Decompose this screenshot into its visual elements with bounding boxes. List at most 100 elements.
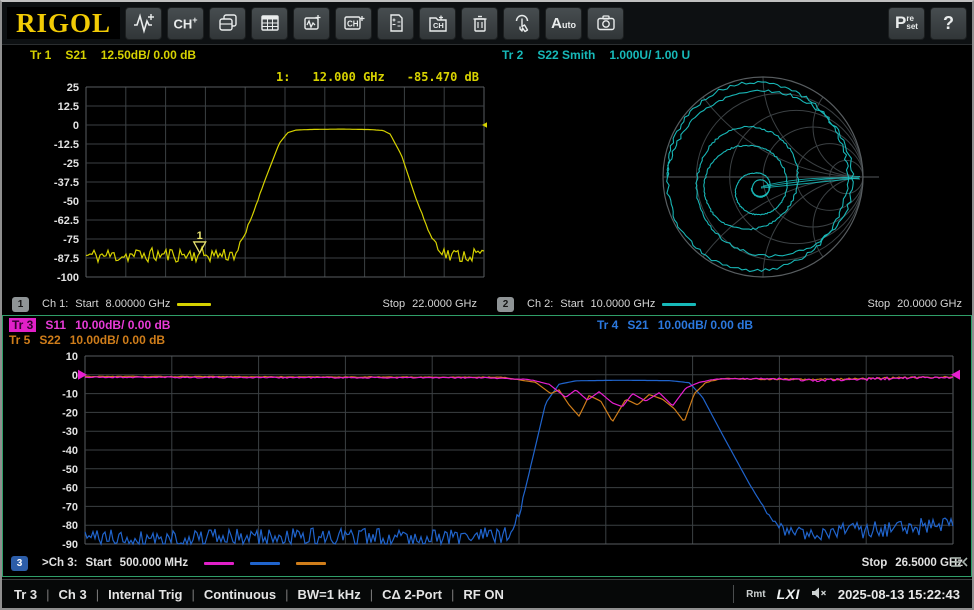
tr2-smith-chart[interactable] [487, 63, 972, 293]
channel-add-button[interactable]: CH+ [167, 7, 204, 40]
marker1-value: -85.470 dB [407, 70, 479, 84]
marker1-readout: 1: 12.000 GHz -85.470 dB [276, 70, 479, 84]
svg-text:-12.5: -12.5 [54, 139, 79, 151]
auto-scale-button[interactable]: Auto [545, 7, 582, 40]
touch-mode-button[interactable] [503, 7, 540, 40]
channel-save-icon: CH [427, 12, 449, 34]
top-row: Tr 1 S21 12.50dB/ 0.00 dB 1: 12.000 GHz … [2, 45, 972, 315]
preset-icon: Preset [895, 13, 918, 33]
trace-save-icon [385, 12, 407, 34]
tr2-param: S22 Smith [537, 48, 595, 62]
channel-save-button[interactable]: CH [419, 7, 456, 40]
svg-text:12.5: 12.5 [58, 101, 79, 113]
status-rf[interactable]: RF ON [463, 587, 503, 602]
ch2-stop-label: Stop [868, 298, 891, 310]
trace-window-button[interactable] [293, 7, 330, 40]
svg-text:0: 0 [72, 370, 78, 382]
ch1-footer: 1 Ch 1: Start 8.00000 GHz Stop 22.0000 G… [2, 293, 487, 315]
svg-text:-30: -30 [62, 426, 78, 438]
status-trigger[interactable]: Internal Trig [108, 587, 182, 602]
status-trace[interactable]: Tr 3 [14, 587, 37, 602]
tr1-plot[interactable]: 2512.50-12.5-25-37.5-50-62.5-75-87.5-100… [2, 63, 487, 293]
status-cal[interactable]: CΔ 2-Port [382, 587, 442, 602]
status-bandwidth[interactable]: BW=1 kHz [297, 587, 360, 602]
svg-text:CH: CH [433, 21, 444, 30]
tr5-trace-swatch [296, 562, 326, 565]
svg-text:-37.5: -37.5 [54, 177, 79, 189]
lxi-indicator: LXI [777, 586, 800, 602]
ch3-label: >Ch 3: [42, 557, 77, 569]
tr5-header[interactable]: Tr 5 S22 10.00dB/ 0.00 dB [9, 333, 165, 347]
display-layout-button[interactable] [209, 7, 246, 40]
menu-collapse-icon[interactable] [949, 555, 969, 574]
tr3-trace-swatch [204, 562, 234, 565]
tr3-param: S11 [45, 318, 66, 332]
ch3-plot[interactable]: 100-10-20-30-40-50-60-70-80-90 [3, 352, 971, 550]
svg-text:-50: -50 [63, 196, 79, 208]
status-sweep[interactable]: Continuous [204, 587, 276, 602]
vna-screen: RIGOL CH+ CH [0, 0, 974, 610]
ch2-start-label: Start [560, 298, 583, 310]
svg-text:-80: -80 [62, 520, 78, 532]
touch-icon [511, 12, 533, 34]
delete-button[interactable] [461, 7, 498, 40]
tr5-scale: 10.00dB/ 0.00 dB [70, 333, 165, 347]
channel-window-icon: CH [342, 12, 366, 34]
svg-text:-70: -70 [62, 501, 78, 513]
ch1-label: Ch 1: [42, 298, 68, 310]
svg-text:-100: -100 [57, 272, 79, 284]
trace-window-icon [301, 12, 323, 34]
tr4-label: Tr 4 [597, 318, 618, 332]
channel-add-icon: CH+ [174, 16, 198, 30]
help-icon: ? [943, 13, 954, 34]
tr2-scale: 1.000U/ 1.00 U [609, 48, 690, 62]
ch2-start-value: 10.0000 GHz [591, 298, 656, 310]
ch3-footer: 3 >Ch 3: Start 500.000 MHz Stop 26.5000 … [3, 551, 971, 575]
channel-window-button[interactable]: CH [335, 7, 372, 40]
toolbar: RIGOL CH+ CH [2, 2, 972, 45]
status-channel[interactable]: Ch 3 [59, 587, 87, 602]
svg-text:-62.5: -62.5 [54, 215, 79, 227]
tr1-label: Tr 1 [30, 48, 51, 62]
tr3-header[interactable]: Tr 3 S11 10.00dB/ 0.00 dB [9, 318, 170, 332]
trash-icon [469, 12, 491, 34]
ch3-badge[interactable]: 3 [11, 556, 28, 571]
tr4-header[interactable]: Tr 4 S21 10.00dB/ 0.00 dB [597, 318, 753, 332]
svg-text:-50: -50 [62, 464, 78, 476]
preset-button[interactable]: Preset [888, 7, 925, 40]
svg-text:10: 10 [66, 352, 78, 363]
remote-indicator: Rmt [746, 589, 765, 600]
ch1-stop-label: Stop [383, 298, 406, 310]
ch1-start-value: 8.00000 GHz [106, 298, 171, 310]
tr1-header[interactable]: Tr 1 S21 12.50dB/ 0.00 dB [30, 48, 196, 62]
tr2-label: Tr 2 [502, 48, 523, 62]
svg-text:-87.5: -87.5 [54, 253, 79, 265]
svg-text:0: 0 [73, 120, 79, 132]
tr3-label: Tr 3 [9, 318, 36, 332]
waveform-plus-icon [132, 12, 156, 34]
svg-text:-75: -75 [63, 234, 79, 246]
status-bar: Tr 3 | Ch 3 | Internal Trig | Continuous… [2, 579, 972, 608]
measure-table-button[interactable] [251, 7, 288, 40]
svg-text:-20: -20 [62, 407, 78, 419]
trace-save-button[interactable] [377, 7, 414, 40]
ch1-badge[interactable]: 1 [12, 297, 29, 312]
speaker-mute-icon [811, 586, 827, 603]
ch2-badge[interactable]: 2 [497, 297, 514, 312]
ch2-stop-value: 20.0000 GHz [897, 298, 962, 310]
tr1-scale: 12.50dB/ 0.00 dB [101, 48, 196, 62]
channel1-panel: Tr 1 S21 12.50dB/ 0.00 dB 1: 12.000 GHz … [2, 45, 487, 315]
screenshot-button[interactable] [587, 7, 624, 40]
ch3-start-value: 500.000 MHz [120, 557, 188, 569]
tr5-label: Tr 5 [9, 333, 30, 347]
measure-table-icon [259, 12, 281, 34]
ch2-label: Ch 2: [527, 298, 553, 310]
ch1-start-label: Start [75, 298, 98, 310]
trace-add-button[interactable] [125, 7, 162, 40]
tr2-header[interactable]: Tr 2 S22 Smith 1.000U/ 1.00 U [502, 48, 690, 62]
tr3-scale: 10.00dB/ 0.00 dB [75, 318, 170, 332]
tr4-scale: 10.00dB/ 0.00 dB [658, 318, 753, 332]
ch1-stop-value: 22.0000 GHz [412, 298, 477, 310]
help-button[interactable]: ? [930, 7, 967, 40]
marker1-freq: 12.000 GHz [313, 70, 385, 84]
